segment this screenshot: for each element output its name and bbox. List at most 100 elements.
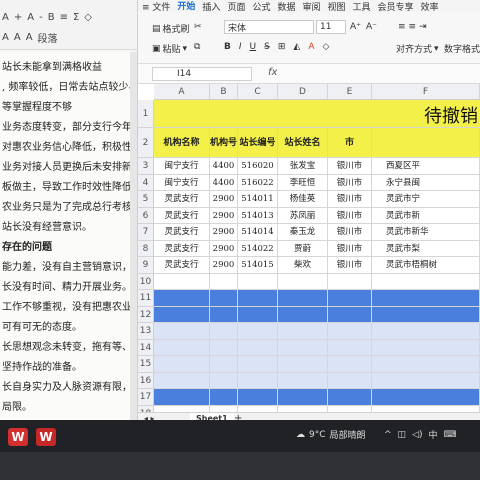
menu-item[interactable]: 公式 — [252, 0, 270, 13]
table-cell[interactable]: 闽宁支行 — [154, 174, 210, 191]
font-name-select[interactable]: 宋体 — [224, 20, 314, 34]
header-cell[interactable]: 机构号 — [210, 128, 238, 158]
toolbar-button[interactable]: 段落 — [38, 30, 58, 45]
empty-cell[interactable] — [372, 306, 480, 323]
table-cell[interactable]: 灵武市宁 — [372, 191, 480, 208]
italic-button[interactable]: I — [239, 42, 242, 52]
row-header[interactable]: 11 — [138, 290, 154, 307]
empty-cell[interactable] — [278, 372, 328, 389]
empty-cell[interactable] — [372, 273, 480, 290]
row-header[interactable]: 14 — [138, 339, 154, 356]
table-cell[interactable]: 4400 — [210, 158, 238, 175]
empty-cell[interactable] — [328, 372, 372, 389]
clear-format-icon[interactable]: ◇ — [322, 42, 329, 52]
table-cell[interactable]: 514013 — [238, 207, 278, 224]
table-cell[interactable]: 张发宝 — [278, 158, 328, 175]
row-header[interactable]: 17 — [138, 389, 154, 406]
empty-cell[interactable] — [238, 290, 278, 307]
empty-cell[interactable] — [278, 290, 328, 307]
empty-cell[interactable] — [278, 273, 328, 290]
table-cell[interactable]: 514011 — [238, 191, 278, 208]
table-cell[interactable]: 贾蔚 — [278, 240, 328, 257]
row-header[interactable]: 1 — [138, 100, 154, 128]
table-cell[interactable]: 2900 — [210, 191, 238, 208]
table-cell[interactable]: 西夏区平 — [372, 158, 480, 175]
format-painter-button[interactable]: ▤ 格式刷 — [152, 22, 190, 36]
document-scrollbar[interactable] — [130, 52, 137, 420]
bold-button[interactable]: B — [224, 42, 231, 52]
table-cell[interactable]: 柴欢 — [278, 257, 328, 274]
table-cell[interactable]: 2900 — [210, 207, 238, 224]
menu-item[interactable]: 插入 — [202, 0, 220, 13]
table-cell[interactable]: 永宁县闽 — [372, 174, 480, 191]
table-cell[interactable]: 4400 — [210, 174, 238, 191]
empty-cell[interactable] — [210, 372, 238, 389]
underline-button[interactable]: U — [250, 42, 257, 52]
table-cell[interactable]: 2900 — [210, 224, 238, 241]
empty-cell[interactable] — [210, 306, 238, 323]
empty-cell[interactable] — [154, 339, 210, 356]
border-icon[interactable]: ⊞ — [278, 42, 286, 52]
toolbar-button[interactable]: ◇ — [84, 12, 92, 23]
toolbar-button[interactable]: + — [14, 12, 22, 23]
menu-item[interactable]: 效率 — [421, 0, 439, 13]
table-cell[interactable]: 闽宁支行 — [154, 158, 210, 175]
menu-item[interactable]: 审阅 — [302, 0, 320, 13]
name-box[interactable]: I14 — [152, 67, 252, 81]
document-body[interactable]: 站长未能拿到满格收益 , 频率较低，日常去站点较少与站 等掌握程度不够 业务态度转变，… — [0, 52, 137, 420]
header-cell[interactable]: 站长姓名 — [278, 128, 328, 158]
network-icon[interactable]: ◫ — [398, 430, 407, 440]
empty-cell[interactable] — [278, 339, 328, 356]
column-header[interactable]: A — [154, 84, 210, 100]
empty-cell[interactable] — [372, 356, 480, 373]
toolbar-button[interactable]: - — [39, 12, 43, 23]
empty-cell[interactable] — [238, 389, 278, 406]
table-cell[interactable]: 灵武支行 — [154, 240, 210, 257]
table-cell[interactable]: 2900 — [210, 257, 238, 274]
table-cell[interactable]: 516020 — [238, 158, 278, 175]
font-color-button[interactable]: A — [308, 42, 314, 52]
fill-color-icon[interactable]: ◭ — [293, 42, 300, 52]
empty-cell[interactable] — [372, 372, 480, 389]
toolbar-button[interactable]: ≡ — [60, 12, 68, 23]
empty-cell[interactable] — [328, 290, 372, 307]
table-cell[interactable]: 银川市 — [328, 158, 372, 175]
ime-icon[interactable]: ⌨ — [444, 430, 457, 440]
toolbar-button[interactable]: A — [2, 32, 9, 43]
toolbar-button[interactable]: B — [48, 12, 55, 23]
empty-cell[interactable] — [278, 389, 328, 406]
table-cell[interactable]: 灵武支行 — [154, 191, 210, 208]
header-cell[interactable]: 站长编号 — [238, 128, 278, 158]
number-format-label[interactable]: 数字格式 — [444, 42, 480, 55]
strikethrough-icon[interactable]: S̶ — [264, 42, 270, 52]
column-header[interactable]: D — [278, 84, 328, 100]
empty-cell[interactable] — [238, 356, 278, 373]
column-header[interactable]: B — [210, 84, 238, 100]
table-cell[interactable]: 银川市 — [328, 207, 372, 224]
wrap-text-icon[interactable]: ⇥ — [419, 22, 427, 32]
row-header[interactable]: 2 — [138, 128, 154, 158]
wps-office-icon[interactable]: W — [36, 428, 56, 446]
table-cell[interactable]: 灵武市新华 — [372, 224, 480, 241]
table-cell[interactable]: 灵武支行 — [154, 224, 210, 241]
weather-widget[interactable]: ☁ 9°C 局部晴朗 — [296, 428, 366, 442]
grow-font-button[interactable]: A⁺ — [350, 22, 361, 32]
empty-cell[interactable] — [154, 323, 210, 340]
row-header[interactable]: 13 — [138, 323, 154, 340]
shrink-font-button[interactable]: A⁻ — [366, 22, 377, 32]
empty-cell[interactable] — [154, 372, 210, 389]
menu-item[interactable]: ≡ 文件 — [142, 0, 170, 13]
menu-item[interactable]: 数据 — [277, 0, 295, 13]
spreadsheet-grid[interactable]: ABCDEF12345678910111213141516171819待撤销机构… — [138, 84, 480, 426]
table-cell[interactable]: 灵武市梨 — [372, 240, 480, 257]
column-header[interactable]: E — [328, 84, 372, 100]
table-cell[interactable]: 灵武市新 — [372, 207, 480, 224]
menu-item[interactable]: 视图 — [328, 0, 346, 13]
volume-icon[interactable]: ◁) — [412, 430, 422, 440]
table-cell[interactable]: 514015 — [238, 257, 278, 274]
empty-cell[interactable] — [328, 306, 372, 323]
table-cell[interactable]: 李旺恒 — [278, 174, 328, 191]
empty-cell[interactable] — [372, 290, 480, 307]
fx-icon[interactable]: fx — [268, 67, 277, 78]
table-cell[interactable]: 银川市 — [328, 224, 372, 241]
